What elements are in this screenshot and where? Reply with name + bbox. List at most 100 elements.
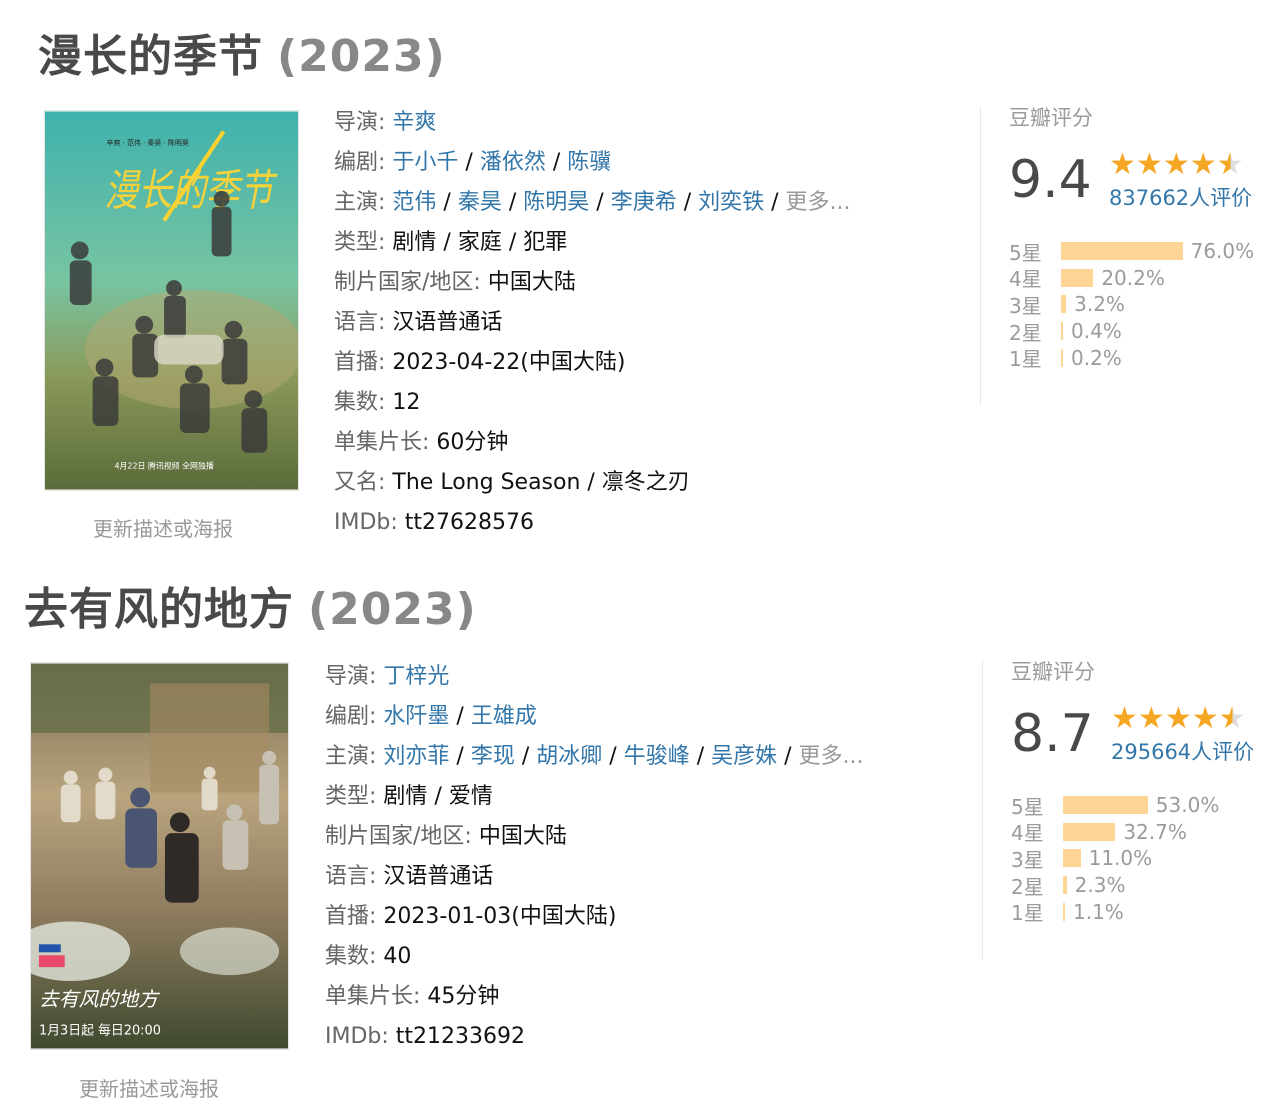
rating-stars: ★ ★ ★ ★ ★ (1111, 704, 1254, 734)
star-full-icon: ★ (1164, 701, 1192, 736)
writer-link[interactable]: 水阡墨 (383, 704, 449, 729)
language-row: 语言: 汉语普通话 (325, 864, 494, 889)
rating-bar-row: 3星 3.2% (1009, 291, 1254, 318)
imdb-row: IMDb: tt21233692 (325, 1024, 526, 1049)
rating-votes-link[interactable]: 295664人评价 (1111, 736, 1254, 766)
premiere-label: 首播 (325, 904, 370, 929)
rating-bar (1063, 796, 1148, 815)
update-poster-link[interactable]: 更新描述或海报 (79, 1073, 219, 1102)
info-panel: 导演: 辛爽 编剧: 于小千 / 潘依然 / 陈骥 主演: 范伟 / 秦昊 / … (334, 103, 851, 543)
title-text: 去有风的地方 (24, 584, 294, 635)
cast-link[interactable]: 牛骏峰 (624, 744, 690, 769)
imdb-label: IMDb (325, 1024, 382, 1049)
cast-link[interactable]: 陈明昊 (523, 190, 589, 215)
duration-label: 单集片长 (325, 984, 414, 1009)
poster[interactable]: 去有风的地方 1月3日起 每日20:00 (30, 662, 289, 1050)
rating-panel: 豆瓣评分 9.4 ★ ★ ★ ★ ★ 837662人评价 5星 76.0% 4星 20.2% 3… (980, 106, 1254, 406)
rating-bar-row: 3星 11.0% (1011, 845, 1254, 872)
cast-link[interactable]: 范伟 (392, 190, 436, 215)
rating-bar (1063, 902, 1065, 921)
rating-bar (1061, 322, 1063, 341)
info-panel: 导演: 丁梓光 编剧: 水阡墨 / 王雄成 主演: 刘亦菲 / 李现 / 胡冰卿… (325, 657, 864, 1057)
language-label: 语言 (334, 310, 379, 335)
aka-label: 又名 (334, 470, 379, 495)
poster-image: 辛爽 · 范伟 · 秦昊 · 陈明昊 漫长的季节 4月22日 腾讯视频 全网独播 (45, 111, 298, 490)
writer-link[interactable]: 潘依然 (480, 150, 546, 175)
imdb-value: tt21233692 (395, 1024, 526, 1049)
cast-link[interactable]: 秦昊 (458, 190, 502, 215)
star-half-icon: ★ (1216, 147, 1244, 182)
duration-value: 45分钟 (427, 984, 500, 1009)
rating-bar-label: 1星 (1011, 901, 1044, 926)
star-full-icon: ★ (1189, 147, 1217, 182)
cast-row: 主演: 范伟 / 秦昊 / 陈明昊 / 李庚希 / 刘奕铁 / 更多... (334, 190, 851, 215)
genre-label: 类型 (325, 784, 370, 809)
language-value: 汉语普通话 (392, 310, 503, 335)
director-link[interactable]: 辛爽 (392, 110, 436, 135)
cast-more-link[interactable]: 更多... (799, 744, 864, 769)
country-row: 制片国家/地区: 中国大陆 (334, 270, 576, 295)
rating-bar (1061, 348, 1063, 367)
genre-row: 类型: 剧情 / 爱情 (325, 784, 493, 809)
rating-bar-pct: 2.3% (1074, 873, 1126, 898)
rating-bar-label: 3星 (1009, 293, 1042, 318)
poster-image: 去有风的地方 1月3日起 每日20:00 (31, 663, 288, 1049)
episodes-value: 40 (383, 944, 412, 969)
rating-bar-pct: 20.2% (1101, 265, 1165, 290)
rating-bar-row: 2星 0.4% (1009, 318, 1254, 345)
cast-link[interactable]: 胡冰卿 (536, 744, 602, 769)
rating-bar-label: 5星 (1011, 794, 1044, 819)
writer-link[interactable]: 陈骥 (567, 150, 611, 175)
cast-link[interactable]: 李庚希 (611, 190, 677, 215)
rating-bar (1061, 268, 1094, 287)
country-value: 中国大陆 (478, 824, 567, 849)
rating-stars: ★ ★ ★ ★ ★ (1109, 150, 1252, 180)
episodes-label: 集数 (334, 390, 379, 415)
rating-bar-pct: 3.2% (1074, 292, 1125, 317)
duration-row: 单集片长: 45分钟 (325, 984, 500, 1009)
rating-bar-row: 5星 76.0% (1009, 238, 1254, 265)
poster[interactable]: 辛爽 · 范伟 · 秦昊 · 陈明昊 漫长的季节 4月22日 腾讯视频 全网独播 (44, 110, 299, 491)
rating-distribution: 5星 76.0% 4星 20.2% 3星 3.2% 2星 0.4% 1星 0.2% (1009, 238, 1254, 371)
rating-bar-row: 2星 2.3% (1011, 872, 1254, 899)
rating-bar-pct: 0.4% (1071, 319, 1122, 344)
writers-label: 编剧 (334, 150, 379, 175)
writer-link[interactable]: 王雄成 (471, 704, 537, 729)
poster-names: 辛爽 · 范伟 · 秦昊 · 陈明昊 (107, 138, 189, 147)
rating-bar-label: 2星 (1009, 320, 1042, 345)
genre-label: 类型 (334, 230, 379, 255)
cast-link[interactable]: 吴彦姝 (711, 744, 777, 769)
episodes-label: 集数 (325, 944, 370, 969)
country-label: 制片国家/地区 (325, 824, 465, 849)
cast-row: 主演: 刘亦菲 / 李现 / 胡冰卿 / 牛骏峰 / 吴彦姝 / 更多... (325, 744, 864, 769)
rating-bar-label: 4星 (1011, 821, 1044, 846)
rating-bar-label: 3星 (1011, 847, 1044, 872)
show-title: 漫长的季节 (2023) (38, 20, 446, 84)
aka-row: 又名: The Long Season / 凛冬之刃 (334, 470, 690, 495)
premiere-row: 首播: 2023-04-22(中国大陆) (334, 350, 626, 375)
rating-bar-pct: 53.0% (1155, 793, 1220, 818)
writer-link[interactable]: 于小千 (392, 150, 458, 175)
cast-more-link[interactable]: 更多... (786, 190, 851, 215)
duration-row: 单集片长: 60分钟 (334, 430, 509, 455)
update-poster-link[interactable]: 更新描述或海报 (93, 513, 233, 542)
title-year: (2023) (277, 31, 446, 82)
aka-value: The Long Season / 凛冬之刃 (392, 470, 690, 495)
star-full-icon: ★ (1162, 147, 1190, 182)
cast-link[interactable]: 李现 (471, 744, 515, 769)
director-link[interactable]: 丁梓光 (383, 664, 449, 689)
rating-bar-label: 2星 (1011, 874, 1044, 899)
rating-bar-row: 1星 0.2% (1009, 344, 1254, 372)
rating-votes-link[interactable]: 837662人评价 (1109, 182, 1252, 212)
cast-link[interactable]: 刘奕铁 (698, 190, 764, 215)
poster-title-art: 漫长的季节 (105, 166, 279, 217)
country-value: 中国大陆 (487, 270, 576, 295)
title-year: (2023) (308, 584, 477, 635)
rating-bar (1063, 822, 1116, 841)
rating-bar-row: 1星 1.1% (1011, 898, 1254, 926)
cast-link[interactable]: 刘亦菲 (383, 744, 449, 769)
rating-bar-row: 4星 32.7% (1011, 819, 1254, 846)
rating-bar (1063, 876, 1067, 895)
show-title: 去有风的地方 (2023) (24, 573, 477, 637)
rating-bar-row: 4星 20.2% (1009, 265, 1254, 292)
